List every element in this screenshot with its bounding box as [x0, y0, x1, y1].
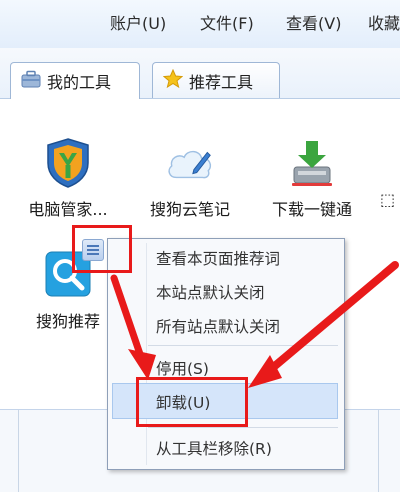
arrow-down [110, 274, 145, 361]
annotation-arrows [110, 261, 399, 388]
arrowhead-down [128, 349, 156, 380]
arrow-left [266, 261, 399, 374]
